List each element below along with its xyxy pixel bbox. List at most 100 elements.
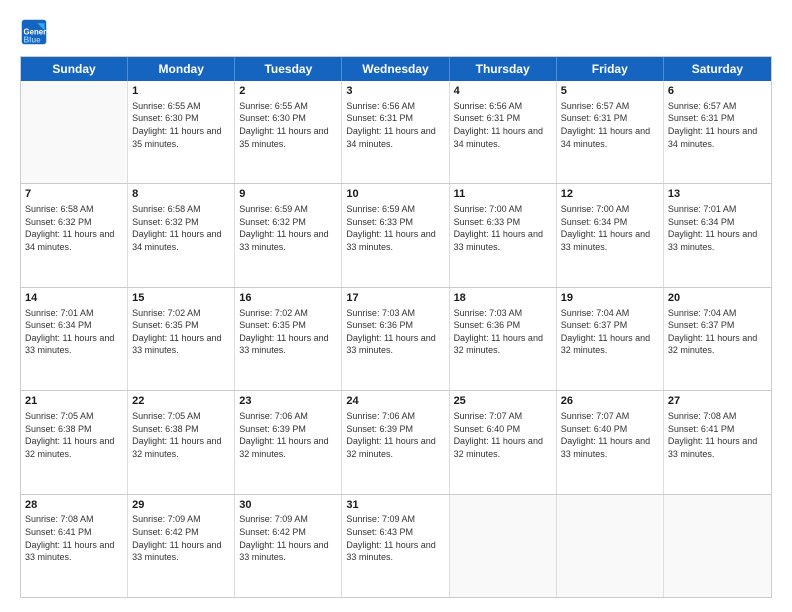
day-number: 23 (239, 394, 337, 409)
cal-cell: 3Sunrise: 6:56 AMSunset: 6:31 PMDaylight… (342, 81, 449, 183)
header-day-thursday: Thursday (450, 57, 557, 81)
day-number: 19 (561, 291, 659, 306)
week-row-4: 28Sunrise: 7:08 AMSunset: 6:41 PMDayligh… (21, 495, 771, 597)
day-number: 24 (346, 394, 444, 409)
cell-details: Sunrise: 7:02 AMSunset: 6:35 PMDaylight:… (132, 307, 230, 357)
header-day-tuesday: Tuesday (235, 57, 342, 81)
day-number: 17 (346, 291, 444, 306)
cell-details: Sunrise: 7:08 AMSunset: 6:41 PMDaylight:… (668, 410, 767, 460)
cal-cell: 18Sunrise: 7:03 AMSunset: 6:36 PMDayligh… (450, 288, 557, 390)
day-number: 27 (668, 394, 767, 409)
day-number: 9 (239, 187, 337, 202)
cell-details: Sunrise: 7:00 AMSunset: 6:34 PMDaylight:… (561, 203, 659, 253)
cal-cell: 22Sunrise: 7:05 AMSunset: 6:38 PMDayligh… (128, 391, 235, 493)
cell-details: Sunrise: 6:57 AMSunset: 6:31 PMDaylight:… (668, 100, 767, 150)
cal-cell: 9Sunrise: 6:59 AMSunset: 6:32 PMDaylight… (235, 184, 342, 286)
svg-text:Blue: Blue (24, 36, 42, 45)
cal-cell: 26Sunrise: 7:07 AMSunset: 6:40 PMDayligh… (557, 391, 664, 493)
day-number: 12 (561, 187, 659, 202)
day-number: 10 (346, 187, 444, 202)
cell-details: Sunrise: 6:58 AMSunset: 6:32 PMDaylight:… (132, 203, 230, 253)
cell-details: Sunrise: 7:08 AMSunset: 6:41 PMDaylight:… (25, 513, 123, 563)
cal-cell (21, 81, 128, 183)
cell-details: Sunrise: 7:07 AMSunset: 6:40 PMDaylight:… (561, 410, 659, 460)
day-number: 6 (668, 84, 767, 99)
calendar: SundayMondayTuesdayWednesdayThursdayFrid… (20, 56, 772, 598)
logo-icon: General Blue (20, 18, 48, 46)
day-number: 5 (561, 84, 659, 99)
cell-details: Sunrise: 6:56 AMSunset: 6:31 PMDaylight:… (346, 100, 444, 150)
cal-cell: 6Sunrise: 6:57 AMSunset: 6:31 PMDaylight… (664, 81, 771, 183)
cal-cell: 2Sunrise: 6:55 AMSunset: 6:30 PMDaylight… (235, 81, 342, 183)
cal-cell: 12Sunrise: 7:00 AMSunset: 6:34 PMDayligh… (557, 184, 664, 286)
day-number: 8 (132, 187, 230, 202)
header-day-friday: Friday (557, 57, 664, 81)
week-row-2: 14Sunrise: 7:01 AMSunset: 6:34 PMDayligh… (21, 288, 771, 391)
cell-details: Sunrise: 7:00 AMSunset: 6:33 PMDaylight:… (454, 203, 552, 253)
cal-cell: 16Sunrise: 7:02 AMSunset: 6:35 PMDayligh… (235, 288, 342, 390)
day-number: 4 (454, 84, 552, 99)
cal-cell: 4Sunrise: 6:56 AMSunset: 6:31 PMDaylight… (450, 81, 557, 183)
day-number: 18 (454, 291, 552, 306)
day-number: 15 (132, 291, 230, 306)
cell-details: Sunrise: 6:58 AMSunset: 6:32 PMDaylight:… (25, 203, 123, 253)
cell-details: Sunrise: 6:59 AMSunset: 6:33 PMDaylight:… (346, 203, 444, 253)
day-number: 25 (454, 394, 552, 409)
header: General Blue (20, 18, 772, 46)
cell-details: Sunrise: 7:05 AMSunset: 6:38 PMDaylight:… (132, 410, 230, 460)
cal-cell: 5Sunrise: 6:57 AMSunset: 6:31 PMDaylight… (557, 81, 664, 183)
day-number: 30 (239, 498, 337, 513)
calendar-body: 1Sunrise: 6:55 AMSunset: 6:30 PMDaylight… (21, 81, 771, 597)
cell-details: Sunrise: 7:05 AMSunset: 6:38 PMDaylight:… (25, 410, 123, 460)
day-number: 14 (25, 291, 123, 306)
cal-cell (664, 495, 771, 597)
day-number: 1 (132, 84, 230, 99)
cal-cell: 21Sunrise: 7:05 AMSunset: 6:38 PMDayligh… (21, 391, 128, 493)
cal-cell: 25Sunrise: 7:07 AMSunset: 6:40 PMDayligh… (450, 391, 557, 493)
cal-cell: 15Sunrise: 7:02 AMSunset: 6:35 PMDayligh… (128, 288, 235, 390)
day-number: 21 (25, 394, 123, 409)
cal-cell (450, 495, 557, 597)
cell-details: Sunrise: 7:04 AMSunset: 6:37 PMDaylight:… (561, 307, 659, 357)
cal-cell: 1Sunrise: 6:55 AMSunset: 6:30 PMDaylight… (128, 81, 235, 183)
cell-details: Sunrise: 7:09 AMSunset: 6:42 PMDaylight:… (132, 513, 230, 563)
day-number: 3 (346, 84, 444, 99)
day-number: 13 (668, 187, 767, 202)
cal-cell: 30Sunrise: 7:09 AMSunset: 6:42 PMDayligh… (235, 495, 342, 597)
cell-details: Sunrise: 7:06 AMSunset: 6:39 PMDaylight:… (239, 410, 337, 460)
cal-cell: 17Sunrise: 7:03 AMSunset: 6:36 PMDayligh… (342, 288, 449, 390)
cell-details: Sunrise: 7:09 AMSunset: 6:42 PMDaylight:… (239, 513, 337, 563)
cell-details: Sunrise: 7:04 AMSunset: 6:37 PMDaylight:… (668, 307, 767, 357)
cell-details: Sunrise: 7:02 AMSunset: 6:35 PMDaylight:… (239, 307, 337, 357)
day-number: 29 (132, 498, 230, 513)
day-number: 11 (454, 187, 552, 202)
header-day-monday: Monday (128, 57, 235, 81)
cal-cell: 10Sunrise: 6:59 AMSunset: 6:33 PMDayligh… (342, 184, 449, 286)
day-number: 16 (239, 291, 337, 306)
cal-cell: 24Sunrise: 7:06 AMSunset: 6:39 PMDayligh… (342, 391, 449, 493)
header-day-wednesday: Wednesday (342, 57, 449, 81)
cell-details: Sunrise: 6:56 AMSunset: 6:31 PMDaylight:… (454, 100, 552, 150)
cal-cell: 28Sunrise: 7:08 AMSunset: 6:41 PMDayligh… (21, 495, 128, 597)
cell-details: Sunrise: 6:55 AMSunset: 6:30 PMDaylight:… (239, 100, 337, 150)
cal-cell: 31Sunrise: 7:09 AMSunset: 6:43 PMDayligh… (342, 495, 449, 597)
calendar-header: SundayMondayTuesdayWednesdayThursdayFrid… (21, 57, 771, 81)
cell-details: Sunrise: 7:07 AMSunset: 6:40 PMDaylight:… (454, 410, 552, 460)
page: General Blue SundayMondayTuesdayWednesda… (0, 0, 792, 612)
day-number: 20 (668, 291, 767, 306)
cal-cell: 7Sunrise: 6:58 AMSunset: 6:32 PMDaylight… (21, 184, 128, 286)
cal-cell: 13Sunrise: 7:01 AMSunset: 6:34 PMDayligh… (664, 184, 771, 286)
logo: General Blue (20, 18, 52, 46)
week-row-0: 1Sunrise: 6:55 AMSunset: 6:30 PMDaylight… (21, 81, 771, 184)
week-row-3: 21Sunrise: 7:05 AMSunset: 6:38 PMDayligh… (21, 391, 771, 494)
cal-cell: 29Sunrise: 7:09 AMSunset: 6:42 PMDayligh… (128, 495, 235, 597)
day-number: 31 (346, 498, 444, 513)
cal-cell (557, 495, 664, 597)
day-number: 22 (132, 394, 230, 409)
cell-details: Sunrise: 6:59 AMSunset: 6:32 PMDaylight:… (239, 203, 337, 253)
day-number: 7 (25, 187, 123, 202)
cell-details: Sunrise: 7:01 AMSunset: 6:34 PMDaylight:… (25, 307, 123, 357)
cell-details: Sunrise: 7:03 AMSunset: 6:36 PMDaylight:… (454, 307, 552, 357)
week-row-1: 7Sunrise: 6:58 AMSunset: 6:32 PMDaylight… (21, 184, 771, 287)
cell-details: Sunrise: 6:55 AMSunset: 6:30 PMDaylight:… (132, 100, 230, 150)
